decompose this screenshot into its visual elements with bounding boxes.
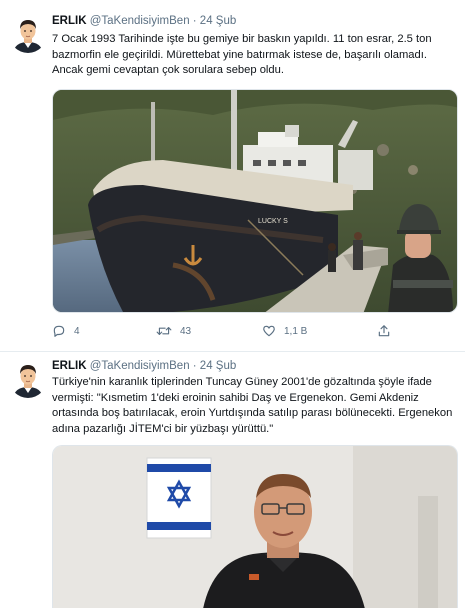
tweet-image[interactable]: LUCKY S [52,89,458,313]
tweet[interactable]: ERLIK @TaKendisiyimBen · 24 Şub Türkiye'… [0,353,465,608]
avatar-image [9,15,47,53]
tweet-actions: 4 43 1,1 B [52,322,432,340]
tweet-header: ERLIK @TaKendisiyimBen · 24 Şub [52,15,236,27]
ship-name: LUCKY S [258,218,288,225]
author-name[interactable]: ERLIK [52,15,87,27]
ship-photo: LUCKY S [53,90,457,312]
avatar[interactable] [9,360,47,398]
author-handle-date[interactable]: @TaKendisiyimBen · 24 Şub [90,360,237,372]
author-handle-date[interactable]: @TaKendisiyimBen · 24 Şub [90,15,237,27]
share-icon [378,325,390,337]
reply-count: 4 [74,325,80,337]
tweet-text: Türkiye'nin karanlık tiplerinden Tuncay … [52,376,453,435]
tweet-image[interactable] [52,445,458,608]
reply-button[interactable]: 4 [52,322,80,340]
author-name[interactable]: ERLIK [52,360,87,372]
tweet-text: 7 Ocak 1993 Tarihinde işte bu gemiye bir… [52,33,432,77]
retweet-icon [156,327,172,335]
avatar[interactable] [9,15,47,53]
man-with-flag-photo [53,446,457,608]
tweet[interactable]: ERLIK @TaKendisiyimBen · 24 Şub 7 Ocak 1… [0,0,465,352]
reply-icon [53,325,65,337]
tweet-header: ERLIK @TaKendisiyimBen · 24 Şub [52,360,236,372]
like-count: 1,1 B [284,325,308,337]
heart-icon [263,325,275,337]
like-button[interactable]: 1,1 B [262,322,307,340]
flag [146,457,212,539]
share-button[interactable] [377,322,391,340]
retweet-button[interactable]: 43 [156,322,191,340]
avatar-image [9,360,47,398]
retweet-count: 43 [180,325,192,337]
